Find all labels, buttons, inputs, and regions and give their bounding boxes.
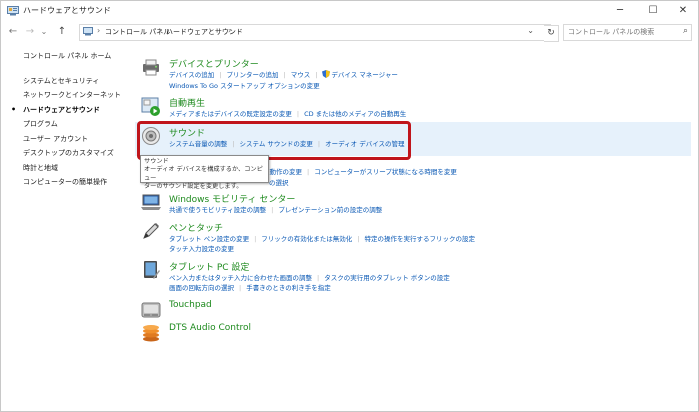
link-mobility-settings[interactable]: 共通で使うモビリティ設定の調整 xyxy=(169,206,266,214)
sidebar-item-desktop-customize[interactable]: デスクトップのカスタマイズ xyxy=(23,148,133,163)
power-links-row1: の動作の変更 | コンピューターがスリープ状態になる時間を変更 xyxy=(263,168,457,176)
control-panel-small-icon xyxy=(83,27,93,36)
forward-icon[interactable]: → xyxy=(24,25,36,39)
title-bar: ハードウェアとサウンド ─ ☐ ✕ xyxy=(1,1,698,21)
sidebar-nav: コントロール パネル ホーム システムとセキュリティ ネットワークとインターネッ… xyxy=(11,51,133,192)
tooltip-line: オーディオ デバイスを構成するか、コンピュー xyxy=(144,166,263,182)
devices-links-row2: Windows To Go スタートアップ オプションの変更 xyxy=(169,80,320,90)
sidebar-item-system-security[interactable]: システムとセキュリティ xyxy=(23,76,133,91)
dts-audio-icon xyxy=(143,325,159,342)
current-page-bullet: • xyxy=(11,104,17,114)
link-handedness[interactable]: 手書きのときの利き手を指定 xyxy=(246,284,331,292)
tablet-pc-icon xyxy=(144,261,160,279)
category-title-touchpad[interactable]: Touchpad xyxy=(169,300,212,310)
link-mouse[interactable]: マウス xyxy=(291,71,311,79)
link-cd-autoplay[interactable]: CD または他のメディアの自動再生 xyxy=(304,110,406,118)
link-touch-input-settings[interactable]: タッチ入力設定の変更 xyxy=(169,245,234,253)
link-default-media-settings[interactable]: メディアまたはデバイスの既定設定の変更 xyxy=(169,110,292,118)
control-panel-icon xyxy=(7,6,19,16)
sidebar-item-network[interactable]: ネットワークとインターネット xyxy=(23,90,133,105)
address-dropdown-icon[interactable]: ⌄ xyxy=(527,26,534,35)
printer-icon xyxy=(143,59,159,76)
breadcrumb-separator-icon: › xyxy=(158,26,162,35)
sidebar-item-hardware-sound: • ハードウェアとサウンド xyxy=(11,105,133,120)
pen-touch-icon xyxy=(143,223,159,239)
uac-shield-icon xyxy=(322,70,331,78)
touchpad-icon xyxy=(141,302,161,318)
sidebar-item-ease-of-access[interactable]: コンピューターの簡単操作 xyxy=(23,177,133,192)
tablet-links-row2: 画面の回転方向の選択 | 手書きのときの利き手を指定 xyxy=(169,284,331,292)
breadcrumb-hardware-sound[interactable]: ハードウェアとサウンド xyxy=(166,27,243,37)
minimize-button[interactable]: ─ xyxy=(605,3,635,19)
autoplay-links-row1: メディアまたはデバイスの既定設定の変更 | CD または他のメディアの自動再生 xyxy=(169,110,407,118)
power-links-row2: の選択 xyxy=(269,177,289,187)
link-sleep-time[interactable]: コンピューターがスリープ状態になる時間を変更 xyxy=(314,168,457,176)
link-presentation-settings[interactable]: プレゼンテーション前の設定の調整 xyxy=(278,206,382,214)
search-icon[interactable]: ⌕ xyxy=(683,26,688,36)
breadcrumb-separator-icon: › xyxy=(228,26,232,35)
link-calibrate-screen[interactable]: ペン入力またはタッチ入力に合わせた画面の調整 xyxy=(169,274,312,282)
category-title-dts[interactable]: DTS Audio Control xyxy=(169,323,251,333)
sidebar-item-programs[interactable]: プログラム xyxy=(23,119,133,134)
tooltip-line: ターのサウンド設定を変更します。 xyxy=(144,183,243,190)
link-add-device[interactable]: デバイスの追加 xyxy=(169,71,214,79)
breadcrumb-separator-icon: › xyxy=(97,26,101,35)
pen-links-row1: タブレット ペン設定の変更 | フリックの有効化または無効化 | 特定の操作を実行するフ… xyxy=(169,235,475,243)
up-icon[interactable]: ↑ xyxy=(56,25,68,39)
mobility-links-row1: 共通で使うモビリティ設定の調整 | プレゼンテーション前の設定の調整 xyxy=(169,206,383,214)
link-flicks-toggle[interactable]: フリックの有効化または無効化 xyxy=(261,235,352,243)
mobility-center-icon xyxy=(141,194,161,210)
window-title: ハードウェアとサウンド xyxy=(23,6,111,15)
close-button[interactable]: ✕ xyxy=(668,3,698,19)
tablet-links-row1: ペン入力またはタッチ入力に合わせた画面の調整 | タスクの実行用のタブレット ボタン… xyxy=(169,274,450,282)
link-add-printer[interactable]: プリンターの追加 xyxy=(227,71,279,79)
link-flick-actions[interactable]: 特定の操作を実行するフリックの設定 xyxy=(364,235,475,243)
back-icon[interactable]: ← xyxy=(7,25,19,39)
link-pen-settings[interactable]: タブレット ペン設定の変更 xyxy=(169,235,249,243)
sidebar-item-user-accounts[interactable]: ユーザー アカウント xyxy=(23,134,133,149)
sidebar-item-clock-region[interactable]: 時計と地域 xyxy=(23,163,133,178)
search-box[interactable]: ⌕ xyxy=(563,24,692,41)
devices-links-row1: デバイスの追加 | プリンターの追加 | マウス | デバイス マネージャー xyxy=(169,70,398,79)
pen-links-row2: タッチ入力設定の変更 xyxy=(169,243,234,253)
link-windows-to-go[interactable]: Windows To Go スタートアップ オプションの変更 xyxy=(169,82,320,90)
link-power-plan-select[interactable]: の選択 xyxy=(269,179,289,187)
link-device-manager[interactable]: デバイス マネージャー xyxy=(331,71,397,79)
sidebar-item-label: ハードウェアとサウンド xyxy=(23,105,100,114)
control-panel-window: ハードウェアとサウンド ─ ☐ ✕ ← → ⌄ ↑ › コントロール パネル ›… xyxy=(0,0,699,412)
address-bar[interactable]: › コントロール パネル › ハードウェアとサウンド › ⌄ xyxy=(79,24,551,41)
link-tablet-buttons[interactable]: タスクの実行用のタブレット ボタンの設定 xyxy=(324,274,450,282)
maximize-button[interactable]: ☐ xyxy=(638,3,668,19)
sidebar-item-home[interactable]: コントロール パネル ホーム xyxy=(23,51,133,66)
sound-tooltip: サウンド オーディオ デバイスを構成するか、コンピュー ターのサウンド設定を変更… xyxy=(140,155,269,190)
refresh-button[interactable]: ↻ xyxy=(544,25,559,42)
recent-pages-icon[interactable]: ⌄ xyxy=(38,25,50,39)
link-screen-rotation[interactable]: 画面の回転方向の選択 xyxy=(169,284,234,292)
search-input[interactable] xyxy=(568,26,673,38)
autoplay-icon xyxy=(141,97,160,116)
